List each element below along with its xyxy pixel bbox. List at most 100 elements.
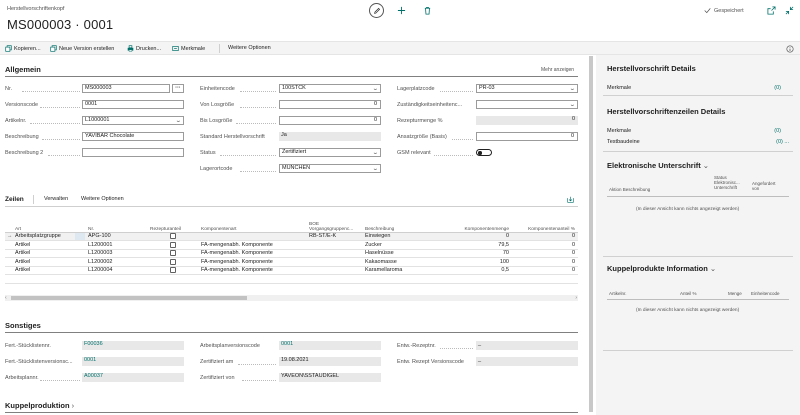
- gsm-toggle[interactable]: [476, 149, 492, 156]
- edit-pencil-icon[interactable]: [369, 3, 384, 18]
- cell-description[interactable]: Zucker: [362, 240, 438, 250]
- no-assist-button[interactable]: ···: [172, 84, 184, 93]
- cell-marker[interactable]: [75, 249, 85, 258]
- cell-recipe-share[interactable]: [147, 257, 198, 267]
- cell-component-qty[interactable]: 100: [438, 257, 512, 267]
- info-icon[interactable]: [785, 44, 794, 53]
- new-version-button[interactable]: Neue Version erstellen: [50, 45, 114, 52]
- empty-cell[interactable]: [512, 274, 578, 284]
- cell-component-pct[interactable]: 0: [512, 240, 578, 250]
- cell-component-qty[interactable]: 79,5: [438, 240, 512, 250]
- delete-icon[interactable]: [422, 5, 432, 15]
- cell-component-type[interactable]: FA-mengenabh. Komponente: [198, 240, 306, 250]
- coproducts-section-title[interactable]: Kuppelproduktion ›: [5, 401, 74, 410]
- empty-cell[interactable]: [5, 274, 75, 284]
- misc-section-title[interactable]: Sonstiges: [5, 321, 41, 330]
- cell-boe-group[interactable]: [306, 249, 362, 258]
- recipe-share-checkbox[interactable]: [169, 267, 176, 274]
- share-icon[interactable]: [566, 195, 575, 204]
- empty-cell[interactable]: [438, 274, 512, 284]
- lines-tab-title[interactable]: Zeilen: [5, 196, 24, 203]
- testbuild-count[interactable]: (0) ...: [756, 139, 789, 145]
- line-details-title[interactable]: Herstellvorschriftenzeilen Details: [607, 107, 725, 116]
- cell-component-type[interactable]: FA-mengenabh. Komponente: [198, 257, 306, 267]
- cell-type[interactable]: Artikel: [5, 249, 75, 258]
- bin-select[interactable]: PR-03 ⌄: [476, 84, 578, 93]
- features-button[interactable]: Merkmale: [172, 45, 205, 52]
- cell-description[interactable]: Haselnüsse: [362, 249, 438, 258]
- cell-marker[interactable]: [75, 257, 85, 267]
- cell-boe-group[interactable]: [306, 257, 362, 267]
- cell-description[interactable]: Kakaomasse: [362, 257, 438, 267]
- cell-recipe-share[interactable]: [147, 249, 198, 258]
- col-boe-group[interactable]: BOE Vorgangsgruppenc...: [306, 210, 362, 233]
- cell-component-qty[interactable]: 70: [438, 249, 512, 258]
- cell-type[interactable]: Artikel: [5, 257, 75, 267]
- recipe-share-checkbox[interactable]: [169, 233, 176, 240]
- col-component-pct[interactable]: Komponentenanteil %: [512, 210, 578, 233]
- esign-title[interactable]: Elektronische Unterschrift ⌄: [607, 161, 709, 170]
- cell-no[interactable]: L1200003: [85, 249, 147, 258]
- cell-component-type[interactable]: [198, 232, 306, 241]
- empty-cell[interactable]: [85, 274, 147, 284]
- description2-input[interactable]: [82, 148, 184, 157]
- status-select[interactable]: Zertifiziert ⌄: [279, 148, 381, 157]
- print-button[interactable]: Drucken...: [127, 45, 161, 52]
- cell-type[interactable]: → Arbeitsplatzgruppe: [5, 232, 75, 241]
- to-lot-input[interactable]: 0: [279, 116, 381, 125]
- open-new-window-icon[interactable]: [767, 6, 776, 15]
- cell-component-type[interactable]: FA-mengenabh. Komponente: [198, 249, 306, 258]
- lines-more-options[interactable]: Weitere Optionen: [81, 196, 124, 202]
- lines-horizontal-scrollbar[interactable]: ‹ ›: [5, 295, 578, 301]
- empty-cell[interactable]: [362, 274, 438, 284]
- item-input[interactable]: L1000001 ⌄: [82, 116, 184, 125]
- details-title[interactable]: Herstellvorschrift Details: [607, 64, 696, 73]
- col-description[interactable]: Beschreibung: [362, 210, 438, 233]
- scrollbar-thumb[interactable]: [11, 296, 247, 300]
- empty-cell[interactable]: [306, 274, 362, 284]
- table-row[interactable]: Artikel L1200004 FA-mengenabh. Komponente K…: [5, 266, 578, 275]
- uom-select[interactable]: 100STCK ⌄: [279, 84, 381, 93]
- cell-no[interactable]: L1200004: [85, 266, 147, 275]
- scroll-right-icon[interactable]: ›: [575, 295, 577, 301]
- manage-button[interactable]: Verwalten: [44, 196, 68, 202]
- show-more-link[interactable]: Mehr anzeigen: [541, 67, 574, 73]
- collapse-icon[interactable]: [785, 6, 794, 15]
- cell-recipe-share[interactable]: [147, 232, 198, 241]
- line-features-count[interactable]: (0): [756, 128, 781, 134]
- fert-version-value[interactable]: 0001: [82, 357, 184, 366]
- cell-component-qty[interactable]: 0: [438, 232, 512, 241]
- cell-component-pct[interactable]: 0: [512, 232, 578, 241]
- cell-component-pct[interactable]: 0: [512, 257, 578, 267]
- cell-component-pct[interactable]: 0: [512, 249, 578, 258]
- version-input[interactable]: 0001: [82, 100, 184, 109]
- col-no[interactable]: Nr.: [85, 210, 147, 233]
- location-select[interactable]: MÜNCHEN ⌄: [279, 164, 381, 173]
- cell-description[interactable]: Karamellaroma: [362, 266, 438, 275]
- main-vertical-scrollbar[interactable]: [589, 56, 593, 412]
- recipe-share-checkbox[interactable]: [169, 258, 176, 265]
- cell-component-pct[interactable]: 0: [512, 266, 578, 275]
- more-options-button[interactable]: Weitere Optionen: [228, 45, 271, 51]
- recipe-share-checkbox[interactable]: [169, 250, 176, 257]
- col-recipe-share[interactable]: Rezepturanteil: [147, 210, 198, 233]
- cell-recipe-share[interactable]: [147, 266, 198, 275]
- cell-boe-group[interactable]: RB-ST/E-K: [306, 232, 362, 241]
- add-icon[interactable]: [396, 5, 406, 15]
- fert-list-value[interactable]: F00036: [82, 341, 184, 350]
- cell-marker[interactable]: [75, 266, 85, 275]
- copy-button[interactable]: Kopieren...: [5, 45, 41, 52]
- routing-value[interactable]: A00037: [82, 373, 184, 382]
- cell-component-type[interactable]: FA-mengenabh. Komponente: [198, 266, 306, 275]
- cell-recipe-share[interactable]: [147, 240, 198, 250]
- col-component-type[interactable]: Komponentenart: [198, 210, 306, 233]
- cell-marker[interactable]: [75, 240, 85, 250]
- cell-boe-group[interactable]: [306, 266, 362, 275]
- cell-boe-group[interactable]: [306, 240, 362, 250]
- table-row[interactable]: Artikel L1200001 FA-mengenabh. Komponente Z…: [5, 240, 578, 250]
- from-lot-input[interactable]: 0: [279, 100, 381, 109]
- empty-cell[interactable]: [198, 274, 306, 284]
- batch-size-input[interactable]: 0: [476, 132, 578, 141]
- details-features-count[interactable]: (0): [756, 85, 781, 91]
- general-section-title[interactable]: Allgemein: [5, 65, 41, 74]
